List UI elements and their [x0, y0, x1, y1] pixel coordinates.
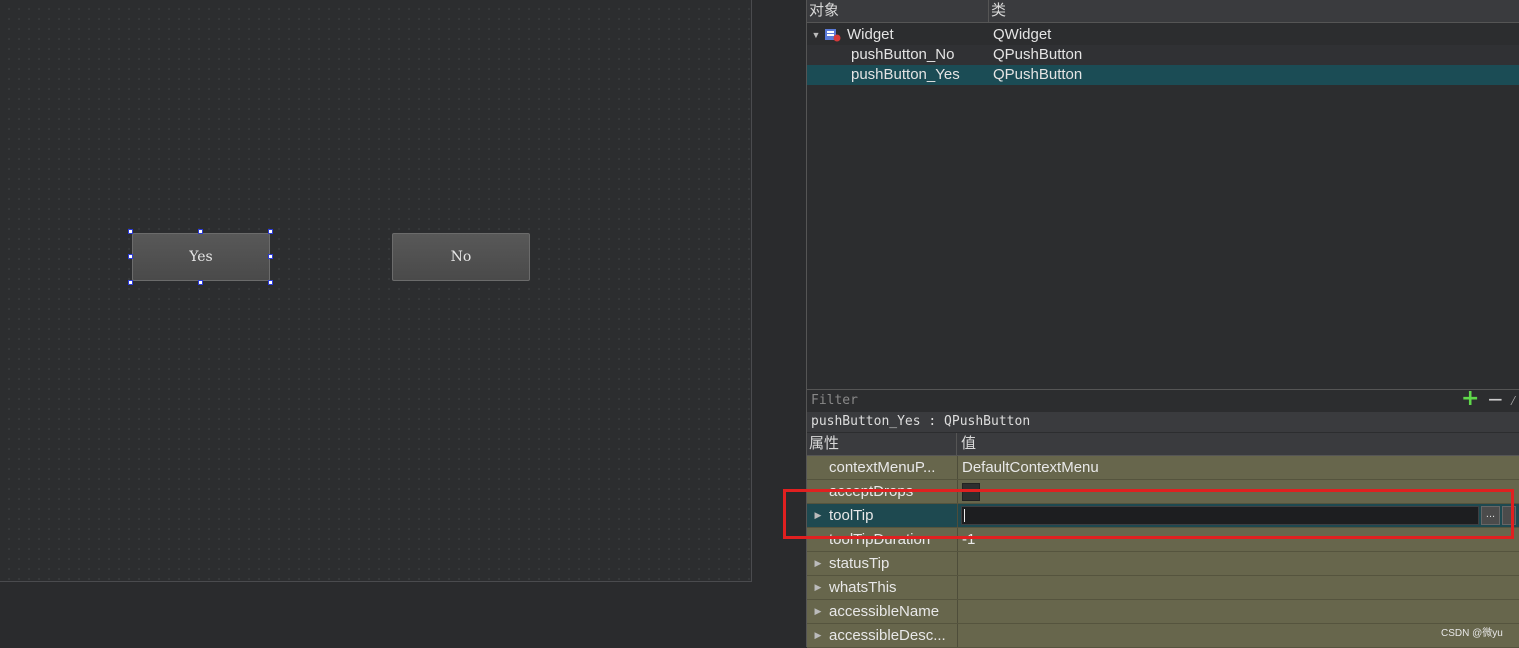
property-value[interactable] [958, 552, 1519, 575]
property-name: whatsThis [829, 579, 897, 596]
push-button-yes[interactable]: Yes [132, 233, 270, 281]
property-name: statusTip [829, 555, 890, 572]
selection-handle[interactable] [128, 280, 133, 285]
tree-object-class: QWidget [993, 26, 1052, 43]
selection-handle[interactable] [268, 254, 273, 259]
widget-form-icon [825, 28, 841, 42]
tree-object-name: pushButton_No [851, 46, 955, 63]
property-name: accessibleName [829, 603, 940, 620]
property-value[interactable] [958, 624, 1519, 647]
selected-object-class-line: pushButton_Yes : QPushButton [807, 412, 1519, 432]
push-button-yes-label: Yes [189, 249, 213, 265]
selection-handle[interactable] [198, 280, 203, 285]
class-line-text: pushButton_Yes : QPushButton [811, 414, 1031, 429]
expand-arrow-icon[interactable]: ▼ [807, 25, 825, 45]
expand-arrow-icon[interactable]: ▶ [807, 624, 829, 647]
push-button-no[interactable]: No [392, 233, 530, 281]
column-value[interactable]: 值 [957, 433, 976, 455]
tree-object-class: QPushButton [993, 46, 1083, 63]
property-row-accessiblename[interactable]: ▶ accessibleName [807, 600, 1519, 624]
tree-row-pushbutton-no[interactable]: pushButton_No QPushButton [807, 45, 1519, 65]
expand-arrow-icon[interactable]: ▶ [807, 576, 829, 599]
push-button-no-label: No [450, 249, 472, 265]
property-value[interactable] [958, 576, 1519, 599]
property-editor-header: 属性 值 [807, 433, 1519, 456]
column-class[interactable]: 类 [989, 0, 1006, 22]
configure-icon[interactable]: ⁄ [1509, 390, 1517, 412]
selection-handle[interactable] [268, 280, 273, 285]
watermark: CSDN @微yu [1441, 628, 1503, 639]
selection-handle[interactable] [198, 229, 203, 234]
expand-arrow-icon[interactable]: ▶ [807, 552, 829, 575]
property-value[interactable] [958, 600, 1519, 623]
property-row-statustip[interactable]: ▶ statusTip [807, 552, 1519, 576]
expand-arrow-icon[interactable]: ▶ [807, 600, 829, 623]
property-row-whatsthis[interactable]: ▶ whatsThis [807, 576, 1519, 600]
object-inspector-header: 对象 类 [807, 0, 1519, 23]
selection-handle[interactable] [128, 229, 133, 234]
remove-icon[interactable]: − [1487, 388, 1504, 410]
property-row-accessibledescription[interactable]: ▶ accessibleDesc... [807, 624, 1519, 648]
tree-object-name: pushButton_Yes [851, 66, 960, 83]
object-tree: ▼ Widget QWidget pushButton_No QPushButt… [807, 23, 1519, 85]
selection-handle[interactable] [268, 229, 273, 234]
tree-object-class: QPushButton [993, 66, 1083, 83]
inspector-panel: 对象 类 ▼ Widget QWidget pushButton_No QPus… [806, 0, 1519, 648]
property-list: contextMenuP... DefaultContextMenu accep… [807, 456, 1519, 648]
form-canvas[interactable]: Yes No [0, 0, 752, 582]
selection-handle[interactable] [128, 254, 133, 259]
property-name: contextMenuP... [829, 459, 936, 476]
property-value[interactable]: DefaultContextMenu [958, 456, 1519, 479]
column-object[interactable]: 对象 [807, 0, 989, 22]
tree-row-pushbutton-yes[interactable]: pushButton_Yes QPushButton [807, 65, 1519, 85]
property-name: accessibleDesc... [829, 627, 946, 644]
tree-row-widget[interactable]: ▼ Widget QWidget [807, 25, 1519, 45]
tree-object-name: Widget [847, 26, 894, 43]
filter-input[interactable]: Filter [807, 390, 1451, 412]
highlight-annotation-box [783, 489, 1514, 539]
column-property[interactable]: 属性 [807, 433, 957, 455]
add-icon[interactable]: + [1461, 388, 1479, 410]
property-row-contextmenupolicy[interactable]: contextMenuP... DefaultContextMenu [807, 456, 1519, 480]
property-filter-bar: Filter + − ⁄ [807, 388, 1519, 412]
